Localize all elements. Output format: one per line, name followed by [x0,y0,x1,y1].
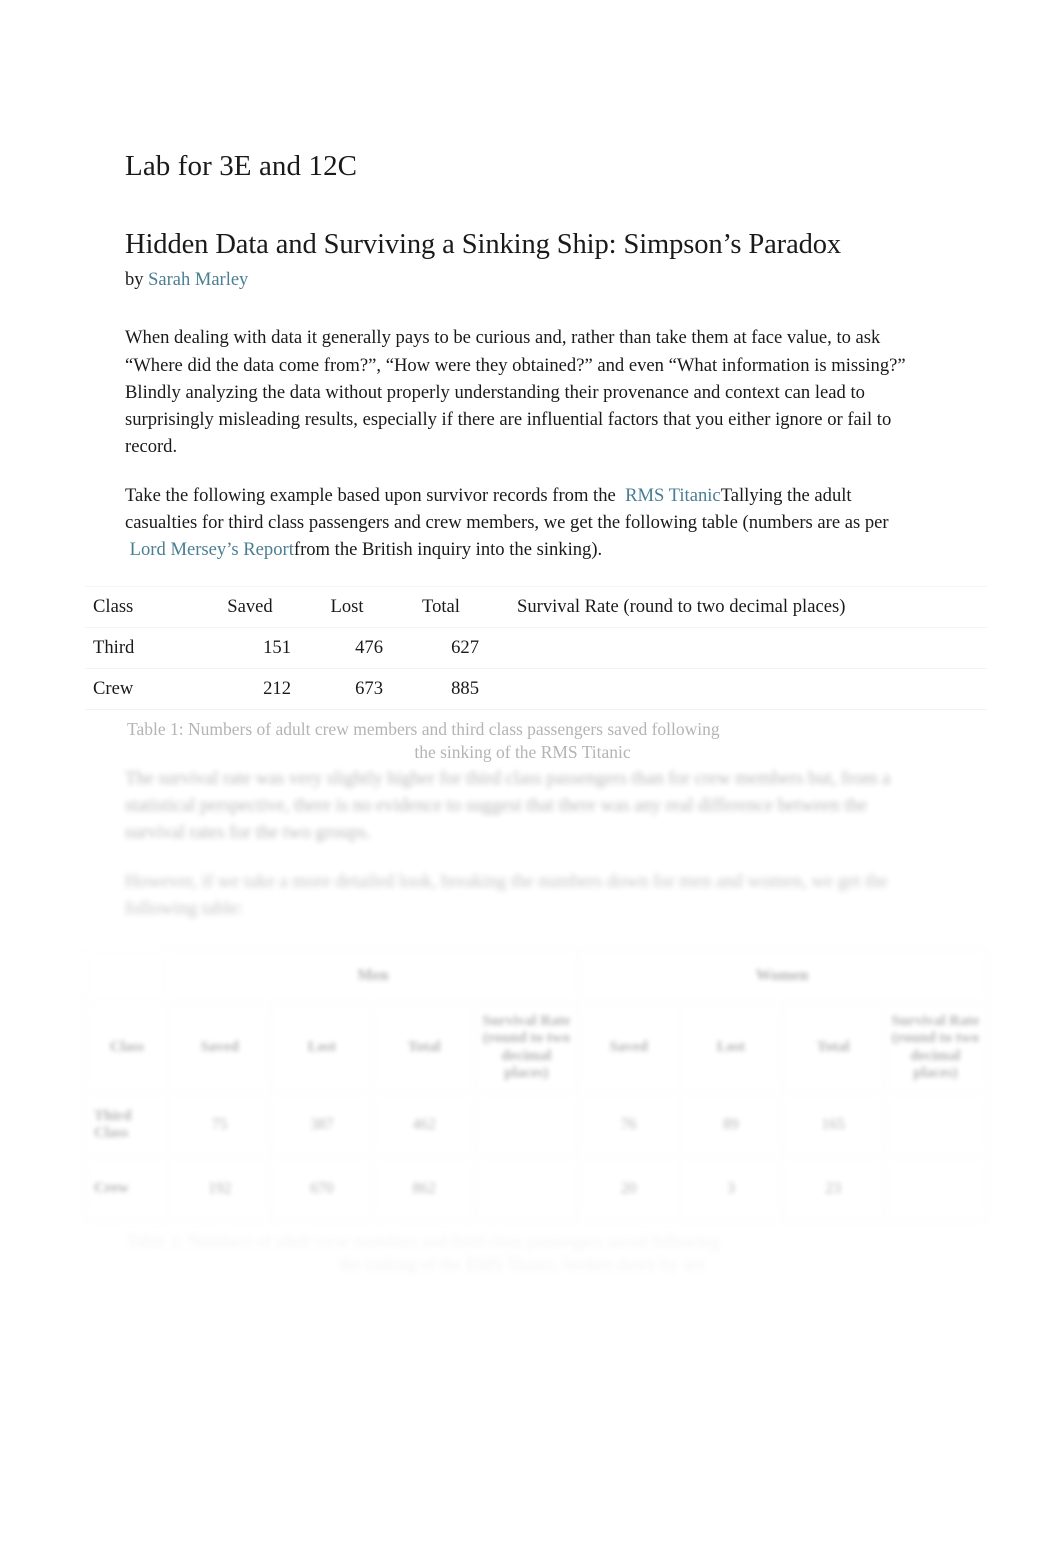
table2-row0-women-rate[interactable] [883,1092,988,1158]
table1-head: Class Saved Lost Total Survival Rate (ro… [85,585,987,628]
table1-caption: Table 1: Numbers of adult crew members a… [125,718,920,765]
author-link[interactable]: Sarah Marley [148,270,248,290]
table2-row1-women-saved: 20 [576,1156,681,1222]
table2-row1-label: Crew [85,1156,169,1222]
table2-caption-line1: Table 2: Numbers of adult crew members a… [127,1230,720,1251]
table1-caption-line2: the sinking of the RMS Titanic [414,742,631,763]
page-title: Lab for 3E and 12C [125,150,358,182]
table2-body: Third Class 75 387 462 76 89 165 Crew 19… [85,1092,988,1222]
table2-row1-men-total: 862 [372,1156,476,1222]
table-header-row: Class Saved Lost Total Survival Rate (ro… [85,585,987,628]
table2-header-men-saved: Saved [167,1001,272,1094]
table2-group-header-row: Men Women [85,948,987,1003]
paragraph-example-part1: Take the following example based upon su… [125,485,616,507]
table1-row0-total: 627 [393,626,489,669]
table2-header-class: Class [85,1001,169,1094]
table2-row1-men-saved: 192 [167,1156,272,1222]
table2-header-men-total: Total [372,1001,476,1094]
lord-mersey-report-link[interactable]: Lord Mersey’s Report [130,539,294,560]
table2-row0-men-lost: 387 [270,1092,374,1158]
table2-row0-women-total: 165 [781,1092,885,1158]
table1-row0-rate[interactable] [489,626,987,669]
document-page: Lab for 3E and 12C Hidden Data and Survi… [0,0,1062,1561]
table2-head: Men Women Class Saved Lost Total Surviva… [85,948,988,1094]
table1-row1-total: 885 [393,667,489,710]
article-title: Hidden Data and Surviving a Sinking Ship… [125,229,842,261]
table1-row1-lost: 673 [301,667,393,710]
table2-row0-men-rate[interactable] [474,1092,579,1158]
document-content: Lab for 3E and 12C Hidden Data and Survi… [85,148,988,1277]
table2-row0-men-total: 462 [372,1092,476,1158]
byline-prefix: by [125,270,144,291]
paragraph-faded-2: However, if we take a more detailed look… [125,871,888,920]
table1-row1-rate[interactable] [489,667,987,710]
table2-group-men: Men [168,948,578,1003]
table2-caption: Table 2: Numbers of adult crew members a… [125,1230,920,1277]
table2-caption-line2: the sinking of the RMS Titanic, broken d… [339,1254,706,1275]
table-survival-by-sex: Men Women Class Saved Lost Total Surviva… [85,948,988,1222]
table2-row0-women-saved: 76 [576,1092,681,1158]
table2-group-women: Women [577,948,987,1003]
paragraph-faded-1: The survival rate was very slightly high… [125,767,891,844]
table1-caption-line1: Table 1: Numbers of adult crew members a… [127,718,720,739]
table2-row0-women-lost: 89 [679,1092,783,1158]
table2-header-women-rate: Survival Rate (round to two decimal plac… [883,1001,988,1094]
table2-sub-header-row: Class Saved Lost Total Survival Rate (ro… [85,1001,988,1094]
table-row: Crew 212 673 885 [85,667,987,710]
table2-row0-label: Third Class [85,1092,169,1158]
table1-row1-class: Crew [85,667,199,710]
table-row: Third 151 476 627 [85,626,987,669]
table1-header-lost: Lost [301,585,393,628]
rms-titanic-link[interactable]: RMS Titanic [625,485,721,506]
table2-row1-women-total: 23 [781,1156,885,1222]
table1-row1-saved: 212 [199,667,301,710]
table1-row0-saved: 151 [199,626,301,669]
table1-header-total: Total [393,585,489,628]
table2-header-men-lost: Lost [270,1001,374,1094]
table2-header-women-total: Total [781,1001,885,1094]
table2-row1-women-rate[interactable] [883,1156,988,1222]
table2-group-blank [85,948,169,1003]
table1-header-class: Class [85,585,199,628]
table2-header-men-rate: Survival Rate (round to two decimal plac… [474,1001,579,1094]
table1-row0-class: Third [85,626,199,669]
table-row: Crew 192 670 862 20 3 23 [85,1156,988,1222]
table1-header-saved: Saved [199,585,301,628]
table2-row1-women-lost: 3 [679,1156,783,1222]
table-survival-totals: Class Saved Lost Total Survival Rate (ro… [85,585,987,710]
table1-body: Third 151 476 627 Crew 212 673 885 [85,626,987,710]
paragraph-intro: When dealing with data it generally pays… [125,327,906,458]
paragraph-example: Take the following example based upon su… [125,482,920,563]
byline: by Sarah Marley [125,268,920,292]
table2-row1-men-rate[interactable] [474,1156,579,1222]
table2-row1-men-lost: 670 [270,1156,374,1222]
table2-row0-men-saved: 75 [167,1092,272,1158]
table2-header-women-saved: Saved [576,1001,681,1094]
table1-header-rate: Survival Rate (round to two decimal plac… [489,585,987,628]
paragraph-example-part3: from the British inquiry into the sinkin… [293,539,603,561]
table-row: Third Class 75 387 462 76 89 165 [85,1092,988,1158]
table2-header-women-lost: Lost [679,1001,783,1094]
table1-row0-lost: 476 [301,626,393,669]
